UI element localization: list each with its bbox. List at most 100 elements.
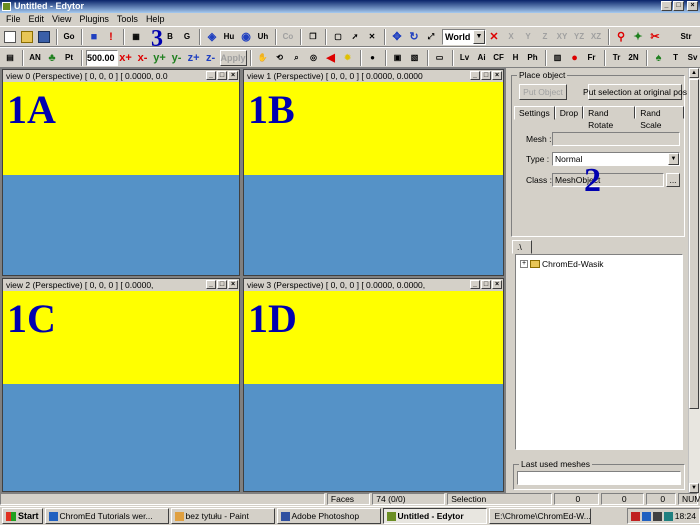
tab-drop[interactable]: Drop <box>554 106 584 119</box>
coordinate-space-select[interactable]: World ▼ <box>442 28 486 45</box>
ph-button[interactable]: Ph <box>525 50 541 66</box>
tree-icon[interactable]: ♠ <box>651 50 667 66</box>
z-plus-button[interactable]: z+ <box>186 50 202 66</box>
panel-scrollbar[interactable]: ▲ ▼ <box>688 68 700 493</box>
tab-root[interactable]: .\ <box>512 240 532 254</box>
co-button[interactable]: Co <box>280 29 296 45</box>
sound-icon[interactable]: ◀ <box>323 50 339 66</box>
terrain-icon[interactable]: ♣ <box>44 50 60 66</box>
record-icon[interactable]: ● <box>567 50 583 66</box>
maximize-button[interactable]: □ <box>217 280 227 289</box>
menu-view[interactable]: View <box>48 13 75 26</box>
tr-button[interactable]: Tr <box>609 50 625 66</box>
network-icon[interactable] <box>641 511 651 521</box>
maximize-button[interactable]: □ <box>217 71 227 80</box>
scroll-up-icon[interactable]: ▲ <box>689 68 699 78</box>
2n-button[interactable]: 2N <box>626 50 642 66</box>
cube-icon[interactable]: ■ <box>86 29 102 45</box>
maximize-button[interactable]: □ <box>481 280 491 289</box>
select-arrow-icon[interactable]: ➚ <box>347 29 363 45</box>
link-icon[interactable]: ⚲ <box>613 29 629 45</box>
tab-rand-rotate[interactable]: Rand Rotate <box>583 106 636 130</box>
bar-icon[interactable]: ▭ <box>432 50 448 66</box>
scale-icon[interactable]: ⤢ <box>423 29 439 45</box>
axis-z-button[interactable]: Z <box>537 29 553 45</box>
viewport-3[interactable]: view 3 (Perspective) [ 0, 0, 0 ] [ 0.000… <box>243 278 504 492</box>
taskbar-item[interactable]: bez tytułu - Paint <box>170 508 275 524</box>
hand-icon[interactable]: ✋ <box>255 50 271 66</box>
type-select[interactable]: Normal ▼ <box>552 152 680 166</box>
clear-axis-icon[interactable]: ✕ <box>486 29 502 45</box>
visibility-icon[interactable]: ● <box>365 50 381 66</box>
menu-file[interactable]: File <box>2 13 25 26</box>
move-icon[interactable]: ✥ <box>389 29 405 45</box>
an-button[interactable]: AN <box>27 50 43 66</box>
menu-plugins[interactable]: Plugins <box>75 13 113 26</box>
last-used-meshes-list[interactable] <box>517 471 681 485</box>
pt-button[interactable]: Pt <box>61 50 77 66</box>
plane-xz-button[interactable]: XZ <box>588 29 604 45</box>
tab-settings[interactable]: Settings <box>514 106 555 120</box>
exclamation-icon[interactable]: ! <box>103 29 119 45</box>
step-value-input[interactable]: 500.00 <box>86 49 118 66</box>
maximize-button[interactable]: □ <box>673 1 684 11</box>
grid-icon[interactable]: ▦ <box>128 29 144 45</box>
scroll-thumb[interactable] <box>689 79 699 409</box>
close-button[interactable]: × <box>228 71 238 80</box>
viewport-0[interactable]: view 0 (Perspective) [ 0, 0, 0 ] [ 0.000… <box>2 69 240 276</box>
menu-tools[interactable]: Tools <box>113 13 142 26</box>
eye-icon[interactable]: ◈ <box>204 29 220 45</box>
menu-edit[interactable]: Edit <box>25 13 49 26</box>
uh-button[interactable]: Uh <box>255 29 271 45</box>
camera-icon[interactable]: 3 <box>145 26 163 52</box>
mesh-tree[interactable]: + ChromEd-Wasik <box>515 254 683 450</box>
go-button[interactable]: Go <box>61 29 77 45</box>
film-icon[interactable]: ▥ <box>550 50 566 66</box>
volume-icon[interactable] <box>652 511 662 521</box>
scroll-down-icon[interactable]: ▼ <box>689 483 699 493</box>
eye-view-icon[interactable]: ◎ <box>306 50 322 66</box>
expand-icon[interactable]: + <box>520 260 528 268</box>
close-button[interactable]: × <box>687 1 698 11</box>
minimize-button[interactable]: _ <box>206 71 216 80</box>
g-button[interactable]: G <box>179 29 195 45</box>
h-button[interactable]: H <box>508 50 524 66</box>
taskbar-item[interactable]: Adobe Photoshop <box>276 508 381 524</box>
str-button[interactable]: Str <box>678 29 694 45</box>
hu-button[interactable]: Hu <box>221 29 237 45</box>
close-button[interactable]: × <box>492 280 502 289</box>
texture-icon[interactable]: ▧ <box>407 50 423 66</box>
new-file-button[interactable] <box>2 29 18 45</box>
monitor-icon[interactable] <box>663 511 673 521</box>
y-plus-button[interactable]: y+ <box>152 50 168 66</box>
close-button[interactable]: × <box>492 71 502 80</box>
rotate-icon[interactable]: ↻ <box>406 29 422 45</box>
shield-icon[interactable] <box>630 511 640 521</box>
lv-button[interactable]: Lv <box>457 50 473 66</box>
copy-icon[interactable]: ❐ <box>305 29 321 45</box>
tab-rand-scale[interactable]: Rand Scale <box>635 106 684 130</box>
layers-icon[interactable]: ▣ <box>390 50 406 66</box>
plane-yz-button[interactable]: YZ <box>571 29 587 45</box>
maximize-button[interactable]: □ <box>481 71 491 80</box>
class-field[interactable]: MeshObject <box>552 173 664 187</box>
save-file-button[interactable] <box>36 29 52 45</box>
close-button[interactable]: × <box>228 280 238 289</box>
start-button[interactable]: Start <box>2 508 43 524</box>
axis-y-button[interactable]: Y <box>520 29 536 45</box>
axis-x-button[interactable]: X <box>503 29 519 45</box>
mesh-field[interactable] <box>552 132 680 146</box>
minimize-button[interactable]: _ <box>470 71 480 80</box>
cf-button[interactable]: CF <box>491 50 507 66</box>
viewport-1[interactable]: view 1 (Perspective) [ 0, 0, 0 ] [ 0.000… <box>243 69 504 276</box>
box-select-icon[interactable]: ▢ <box>330 29 346 45</box>
z-minus-button[interactable]: z- <box>203 50 219 66</box>
deselect-icon[interactable]: ✕ <box>364 29 380 45</box>
ai-button[interactable]: Ai <box>474 50 490 66</box>
minimize-button[interactable]: _ <box>661 1 672 11</box>
minimize-button[interactable]: _ <box>206 280 216 289</box>
x-plus-button[interactable]: x+ <box>118 50 134 66</box>
orbit-icon[interactable]: ⟲ <box>272 50 288 66</box>
b-button[interactable]: B <box>162 29 178 45</box>
plane-xy-button[interactable]: XY <box>554 29 570 45</box>
